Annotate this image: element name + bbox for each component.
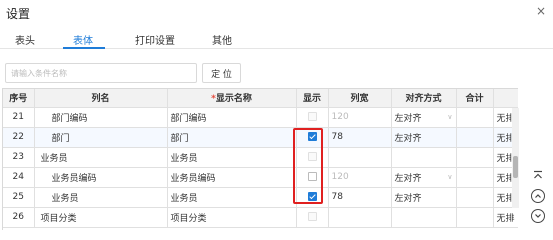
column-settings-grid: 序号 列名 *显示名称 显示 列宽 对齐方式 合计 排 21 部门编码 部门编码… <box>2 88 518 230</box>
row-total <box>456 207 494 228</box>
row-width[interactable]: 120 <box>328 167 392 188</box>
row-display-name[interactable]: 项目分类 <box>167 207 297 228</box>
row-total <box>456 147 494 168</box>
row-display-name[interactable]: 部门编码 <box>167 107 297 128</box>
row-col-name: 业务员编码 <box>34 167 168 188</box>
condition-search-input[interactable] <box>5 63 197 83</box>
row-display-name[interactable]: 业务员 <box>167 147 297 168</box>
row-display-name[interactable]: 业务员 <box>167 187 297 208</box>
row-sort[interactable]: 无排 <box>493 207 518 228</box>
row-width[interactable]: 120 <box>328 107 392 128</box>
row-col-name: 业务员 <box>34 187 168 208</box>
show-checkbox[interactable] <box>307 172 317 181</box>
show-checkbox[interactable] <box>307 212 317 221</box>
active-tab-underline <box>63 47 105 49</box>
row-col-name: 部门 <box>34 127 168 148</box>
header-sort: 排 <box>493 89 518 108</box>
header-display-name: *显示名称 <box>167 89 297 108</box>
row-total <box>456 107 494 128</box>
vertical-scrollbar-thumb[interactable] <box>513 156 518 178</box>
row-align[interactable] <box>391 207 457 228</box>
table-row: 23 业务员 业务员 无排 <box>3 147 518 168</box>
chevron-down-icon: ∨ <box>447 113 453 121</box>
row-col-name: 业务员 <box>34 147 168 168</box>
table-row: 25 业务员 业务员 78 左对齐 无排 <box>3 187 518 208</box>
row-width[interactable]: 78 <box>328 127 392 148</box>
tab-other[interactable]: 其他 <box>212 32 232 47</box>
row-total <box>456 187 494 208</box>
row-width[interactable] <box>328 207 392 228</box>
row-total <box>456 127 494 148</box>
table-row: 22 部门 部门 78 左对齐 无排 <box>3 127 518 148</box>
table-row: 24 业务员编码 业务员编码 120 左对齐 ∨ 无排 <box>3 167 518 188</box>
row-display-name[interactable]: 部门 <box>167 127 297 148</box>
row-seq: 24 <box>3 167 35 188</box>
show-checkbox[interactable] <box>307 112 317 121</box>
header-align: 对齐方式 <box>391 89 457 108</box>
tab-print-settings[interactable]: 打印设置 <box>135 32 175 47</box>
row-width[interactable] <box>328 147 392 168</box>
row-align[interactable] <box>391 147 457 168</box>
row-seq: 22 <box>3 127 35 148</box>
show-checkbox[interactable] <box>307 192 317 201</box>
close-icon[interactable]: × <box>536 4 546 18</box>
row-seq: 25 <box>3 187 35 208</box>
header-seq: 序号 <box>3 89 35 108</box>
move-up-icon[interactable] <box>531 189 545 203</box>
table-header-row: 序号 列名 *显示名称 显示 列宽 对齐方式 合计 排 <box>3 89 518 108</box>
row-width[interactable]: 78 <box>328 187 392 208</box>
header-col-name: 列名 <box>34 89 168 108</box>
scroll-to-top-icon[interactable] <box>531 168 545 182</box>
row-total <box>456 167 494 188</box>
row-align: 左对齐 <box>394 113 422 124</box>
tab-bar: 表头 表体 打印设置 其他 <box>0 29 553 49</box>
header-total: 合计 <box>456 89 494 108</box>
chevron-down-icon: ∨ <box>447 173 453 181</box>
table-row: 26 项目分类 项目分类 无排 <box>3 207 518 228</box>
settings-title: 设置 <box>6 7 31 21</box>
move-down-icon[interactable] <box>531 209 545 223</box>
row-seq: 21 <box>3 107 35 128</box>
row-align[interactable]: 左对齐 <box>391 187 457 208</box>
row-align: 左对齐 <box>394 173 422 184</box>
row-display-name[interactable]: 业务员编码 <box>167 167 297 188</box>
header-show: 显示 <box>296 89 329 108</box>
tab-header[interactable]: 表头 <box>15 32 35 47</box>
tab-body[interactable]: 表体 <box>73 32 93 47</box>
show-checkbox[interactable] <box>307 152 317 161</box>
row-seq: 23 <box>3 147 35 168</box>
row-seq: 26 <box>3 207 35 228</box>
locate-button[interactable]: 定 位 <box>202 63 241 83</box>
row-col-name: 项目分类 <box>34 207 168 228</box>
header-width: 列宽 <box>328 89 392 108</box>
row-col-name: 部门编码 <box>34 107 168 128</box>
show-checkbox[interactable] <box>307 132 317 141</box>
table-row: 21 部门编码 部门编码 120 左对齐∨ 无排▲ <box>3 107 518 128</box>
row-align[interactable]: 左对齐 <box>391 127 457 148</box>
